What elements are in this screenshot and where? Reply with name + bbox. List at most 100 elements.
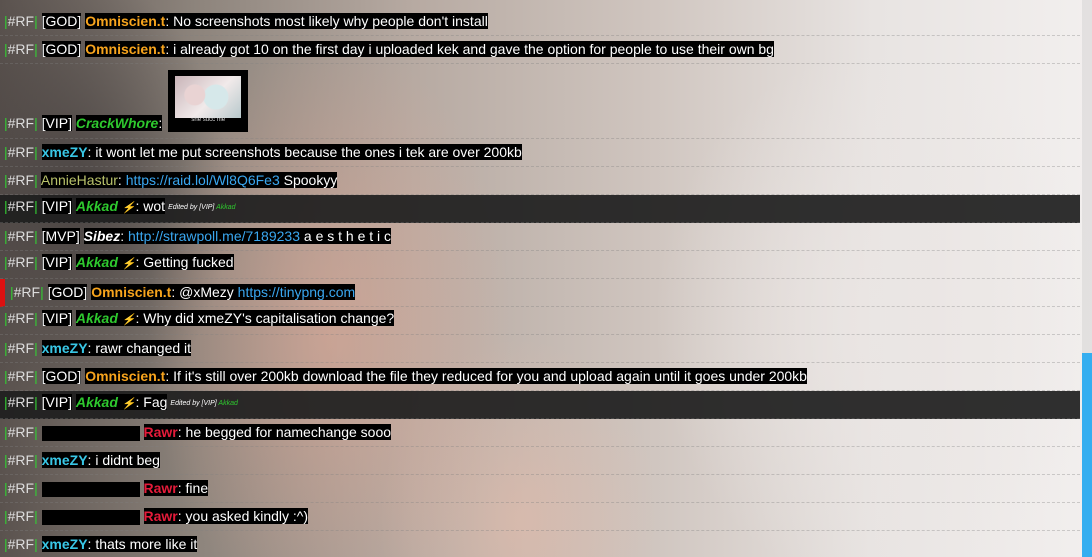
message-text: : he begged for namechange sooo bbox=[177, 424, 392, 440]
channel-tag: |#RF| bbox=[4, 13, 38, 29]
chat-message: |#RF| [GOD] Omniscien.t: i already got 1… bbox=[0, 36, 1080, 64]
channel-tag: |#RF| bbox=[4, 508, 38, 524]
channel-tag: |#RF| bbox=[4, 424, 38, 440]
chat-message: |#RF| xmeZY: i didnt beg bbox=[0, 447, 1080, 475]
message-text: Spookyy bbox=[279, 172, 338, 188]
message-link[interactable]: http://strawpoll.me/7189233 bbox=[128, 228, 300, 244]
message-text: : bbox=[158, 115, 163, 131]
message-link[interactable]: https://tinypng.com bbox=[237, 284, 356, 300]
username[interactable]: xmeZY bbox=[41, 452, 88, 468]
message-separator: : bbox=[120, 228, 128, 244]
channel-tag: |#RF| bbox=[4, 480, 38, 496]
username[interactable]: AnnieHastur bbox=[40, 172, 118, 188]
chat-message: |#RF| [GOD] Omniscien.t: No screenshots … bbox=[0, 8, 1080, 36]
channel-tag: |#RF| bbox=[4, 172, 38, 188]
chat-scrollbar[interactable] bbox=[1082, 0, 1092, 557]
message-text: : @xMezy bbox=[171, 284, 238, 300]
username[interactable]: Rawr bbox=[143, 424, 178, 440]
user-rank: [VIP] bbox=[41, 394, 72, 410]
chat-message: |#RF| [VIP] CrackWhore: she succ me bbox=[0, 64, 1080, 139]
channel-tag: |#RF| bbox=[4, 368, 38, 384]
username[interactable]: CrackWhore bbox=[75, 115, 159, 131]
user-rank: [VIP] bbox=[41, 254, 72, 270]
chat-message: |#RF| [VIP] Akkad ⚡: Getting fucked bbox=[0, 251, 1080, 279]
username[interactable]: Akkad ⚡ bbox=[75, 198, 136, 214]
chat-message: |#RF| [VIP] Akkad ⚡: Why did xmeZY's cap… bbox=[0, 307, 1080, 335]
user-rank: [VIP] bbox=[41, 310, 72, 326]
message-text: : i already got 10 on the first day i up… bbox=[165, 41, 774, 57]
chat-message-mention: |#RF| [GOD] Omniscien.t: @xMezy https://… bbox=[0, 279, 1080, 307]
chat-message: |#RF| AnnieHastur: https://raid.lol/Wl8Q… bbox=[0, 167, 1080, 195]
message-text: a e s t h e t i c bbox=[300, 228, 392, 244]
chat-message: |#RF| xmeZY: rawr changed it bbox=[0, 335, 1080, 363]
user-rank: [GOD] bbox=[41, 13, 82, 29]
chat-message: |#RF| [GOD] Omniscien.t: If it's still o… bbox=[0, 363, 1080, 391]
username[interactable]: Omniscien.t bbox=[85, 13, 166, 29]
channel-tag: |#RF| bbox=[4, 144, 38, 160]
chat-message-edited: |#RF| [VIP] Akkad ⚡: wot Edited by [VIP] … bbox=[0, 195, 1080, 223]
username[interactable]: xmeZY bbox=[41, 340, 88, 356]
message-text: : it wont let me put screenshots because… bbox=[87, 144, 522, 160]
redacted-rank bbox=[41, 425, 140, 441]
bolt-icon: ⚡ bbox=[121, 258, 136, 270]
channel-tag: |#RF| bbox=[4, 228, 38, 244]
user-rank: [GOD] bbox=[47, 284, 88, 300]
chat-message: |#RF| [MVP] Sibez: http://strawpoll.me/7… bbox=[0, 223, 1080, 251]
edited-by-note: Edited by [VIP] Akkad bbox=[168, 203, 236, 211]
user-rank: [GOD] bbox=[41, 41, 82, 57]
channel-tag: |#RF| bbox=[4, 452, 38, 468]
bolt-icon: ⚡ bbox=[121, 202, 136, 214]
user-rank: [VIP] bbox=[41, 198, 72, 214]
username[interactable]: Akkad ⚡ bbox=[75, 394, 136, 410]
message-text: : Why did xmeZY's capitalisation change? bbox=[135, 310, 395, 326]
chat-message: |#RF| Rawr: you asked kindly :^) bbox=[0, 503, 1080, 531]
username[interactable]: Rawr bbox=[143, 508, 178, 524]
user-rank: [VIP] bbox=[41, 115, 72, 131]
message-text: : Getting fucked bbox=[135, 254, 234, 270]
channel-tag: |#RF| bbox=[4, 115, 38, 131]
channel-tag: |#RF| bbox=[4, 310, 38, 326]
bolt-icon: ⚡ bbox=[121, 314, 136, 326]
username[interactable]: xmeZY bbox=[41, 536, 88, 552]
chat-message: |#RF| xmeZY: thats more like it bbox=[0, 531, 1080, 557]
message-text: : fine bbox=[177, 480, 209, 496]
scrollbar-thumb[interactable] bbox=[1082, 353, 1092, 557]
user-rank: [MVP] bbox=[41, 228, 80, 244]
message-text: : i didnt beg bbox=[87, 452, 160, 468]
redacted-rank bbox=[41, 481, 140, 497]
message-link[interactable]: https://raid.lol/Wl8Q6Fe3 bbox=[125, 172, 280, 188]
message-text: : rawr changed it bbox=[87, 340, 192, 356]
channel-tag: |#RF| bbox=[4, 394, 38, 410]
image-embed-thumbnail[interactable]: she succ me bbox=[168, 70, 249, 132]
username[interactable]: Rawr bbox=[143, 480, 178, 496]
username[interactable]: Sibez bbox=[83, 228, 121, 244]
message-separator: : bbox=[117, 172, 126, 188]
username[interactable]: Akkad ⚡ bbox=[75, 254, 136, 270]
chat-message: |#RF| xmeZY: it wont let me put screensh… bbox=[0, 139, 1080, 167]
message-text: : wot bbox=[135, 198, 166, 214]
channel-tag: |#RF| bbox=[4, 198, 38, 214]
channel-tag: |#RF| bbox=[4, 41, 38, 57]
chat-message-edited: |#RF| [VIP] Akkad ⚡: Fag Edited by [VIP] … bbox=[0, 391, 1080, 419]
chat-message: |#RF| Rawr: fine bbox=[0, 475, 1080, 503]
username[interactable]: Akkad ⚡ bbox=[75, 310, 136, 326]
bolt-icon: ⚡ bbox=[121, 398, 136, 410]
username[interactable]: xmeZY bbox=[41, 144, 88, 160]
username[interactable]: Omniscien.t bbox=[85, 41, 166, 57]
message-text: : No screenshots most likely why people … bbox=[165, 13, 488, 29]
redacted-rank bbox=[41, 509, 140, 525]
chat-message: |#RF| Rawr: he begged for namechange soo… bbox=[0, 419, 1080, 447]
chat-log: |#RF| [GOD] Omniscien.t: No screenshots … bbox=[0, 0, 1080, 557]
message-text: : thats more like it bbox=[87, 536, 198, 552]
channel-tag: |#RF| bbox=[4, 254, 38, 270]
message-text: : you asked kindly :^) bbox=[177, 508, 309, 524]
channel-tag: |#RF| bbox=[10, 284, 44, 300]
message-text: : Fag bbox=[135, 394, 168, 410]
channel-tag: |#RF| bbox=[4, 536, 38, 552]
username[interactable]: Omniscien.t bbox=[91, 284, 172, 300]
username[interactable]: Omniscien.t bbox=[85, 368, 166, 384]
image-caption: she succ me bbox=[191, 117, 226, 123]
user-rank: [GOD] bbox=[41, 368, 82, 384]
channel-tag: |#RF| bbox=[4, 340, 38, 356]
message-text: : If it's still over 200kb download the … bbox=[165, 368, 807, 384]
